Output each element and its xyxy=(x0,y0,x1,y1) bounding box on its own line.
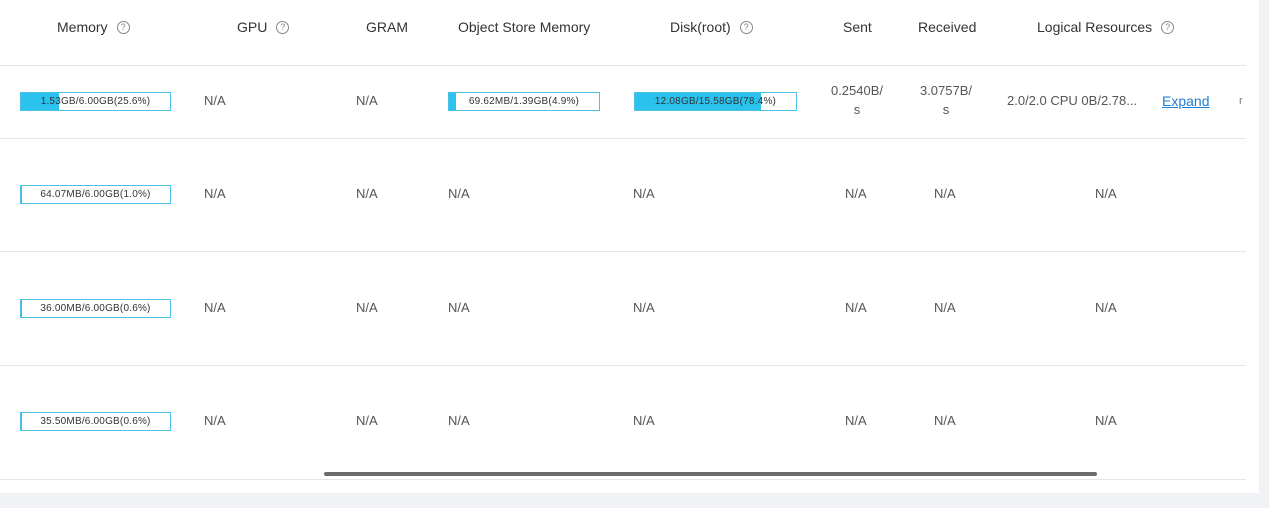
gram-value: N/A xyxy=(356,93,378,108)
object-store-usage-bar: 69.62MB/1.39GB(4.9%) xyxy=(448,92,600,111)
help-icon[interactable]: ? xyxy=(276,20,290,34)
column-header-label: Memory xyxy=(57,19,108,35)
logical-resources-value: N/A xyxy=(1095,300,1117,315)
horizontal-scrollbar[interactable] xyxy=(0,470,1246,478)
gram-value: N/A xyxy=(356,186,378,201)
disk-usage-text: 12.08GB/15.58GB(78.4%) xyxy=(654,96,777,107)
column-header-label: Object Store Memory xyxy=(458,19,591,35)
column-header-label: GRAM xyxy=(366,19,408,35)
column-header-memory[interactable]: Memory? xyxy=(57,0,130,54)
column-header-object-store-memory[interactable]: Object Store Memory xyxy=(458,0,590,54)
disk-value: N/A xyxy=(633,300,655,315)
column-header-label: Sent xyxy=(843,19,872,35)
sent-value: N/A xyxy=(845,413,867,428)
gpu-value: N/A xyxy=(204,186,226,201)
sent-value: N/A xyxy=(845,300,867,315)
received-value: N/A xyxy=(934,186,956,201)
table-row: 35.50MB/6.00GB(0.6%) N/A N/A N/A N/A N/A… xyxy=(0,366,1246,470)
table-header: Memory? GPU? GRAM Object Store Memory Di… xyxy=(0,0,1246,66)
expand-link[interactable]: Expand xyxy=(1162,93,1209,109)
gpu-value: N/A xyxy=(204,300,226,315)
column-header-label: GPU xyxy=(237,19,268,35)
received-value: 3.0757B/ s xyxy=(919,83,973,117)
memory-usage-bar: 64.07MB/6.00GB(1.0%) xyxy=(20,185,171,204)
gram-value: N/A xyxy=(356,413,378,428)
help-icon[interactable]: ? xyxy=(1161,20,1175,34)
gpu-value: N/A xyxy=(204,93,226,108)
logical-resources-value: 2.0/2.0 CPU 0B/2.78... xyxy=(1007,93,1138,108)
column-header-received[interactable]: Received xyxy=(918,0,976,54)
table-row: 1.53GB/6.00GB(25.6%) N/A N/A 69.62MB/1.3… xyxy=(0,65,1246,139)
column-header-label: Logical Resources xyxy=(1037,19,1153,35)
gram-value: N/A xyxy=(356,300,378,315)
memory-usage-text: 36.00MB/6.00GB(0.6%) xyxy=(40,303,151,314)
memory-usage-text: 64.07MB/6.00GB(1.0%) xyxy=(40,189,151,200)
logical-resources-value: N/A xyxy=(1095,186,1117,201)
sent-value: 0.2540B/ s xyxy=(830,83,884,117)
received-value: N/A xyxy=(934,300,956,315)
horizontal-scrollbar-thumb[interactable] xyxy=(324,472,1097,476)
sent-value: N/A xyxy=(845,186,867,201)
clipped-column-text: r xyxy=(1239,95,1243,107)
column-header-disk-root[interactable]: Disk(root)? xyxy=(670,0,753,54)
disk-value: N/A xyxy=(633,186,655,201)
column-header-sent[interactable]: Sent xyxy=(843,0,872,54)
object-store-value: N/A xyxy=(448,300,470,315)
memory-usage-bar: 35.50MB/6.00GB(0.6%) xyxy=(20,412,171,431)
memory-usage-text: 35.50MB/6.00GB(0.6%) xyxy=(40,416,151,427)
memory-usage-bar: 1.53GB/6.00GB(25.6%) xyxy=(20,92,171,111)
node-table-panel: Memory? GPU? GRAM Object Store Memory Di… xyxy=(0,0,1259,493)
column-header-gram[interactable]: GRAM xyxy=(366,0,408,54)
table-row: 64.07MB/6.00GB(1.0%) N/A N/A N/A N/A N/A… xyxy=(0,139,1246,252)
memory-usage-bar: 36.00MB/6.00GB(0.6%) xyxy=(20,299,171,318)
help-icon[interactable]: ? xyxy=(739,20,753,34)
object-store-value: N/A xyxy=(448,413,470,428)
disk-usage-bar: 12.08GB/15.58GB(78.4%) xyxy=(634,92,797,111)
help-icon[interactable]: ? xyxy=(116,20,130,34)
gpu-value: N/A xyxy=(204,413,226,428)
column-header-label: Received xyxy=(918,19,977,35)
object-store-usage-text: 69.62MB/1.39GB(4.9%) xyxy=(468,96,580,107)
object-store-value: N/A xyxy=(448,186,470,201)
column-header-logical-resources[interactable]: Logical Resources? xyxy=(1037,0,1175,54)
disk-value: N/A xyxy=(633,413,655,428)
column-header-label: Disk(root) xyxy=(670,19,731,35)
memory-usage-text: 1.53GB/6.00GB(25.6%) xyxy=(40,96,151,107)
column-header-gpu[interactable]: GPU? xyxy=(237,0,290,54)
received-value: N/A xyxy=(934,413,956,428)
table-bottom-divider xyxy=(0,479,1246,480)
table-row: 36.00MB/6.00GB(0.6%) N/A N/A N/A N/A N/A… xyxy=(0,252,1246,366)
logical-resources-value: N/A xyxy=(1095,413,1117,428)
